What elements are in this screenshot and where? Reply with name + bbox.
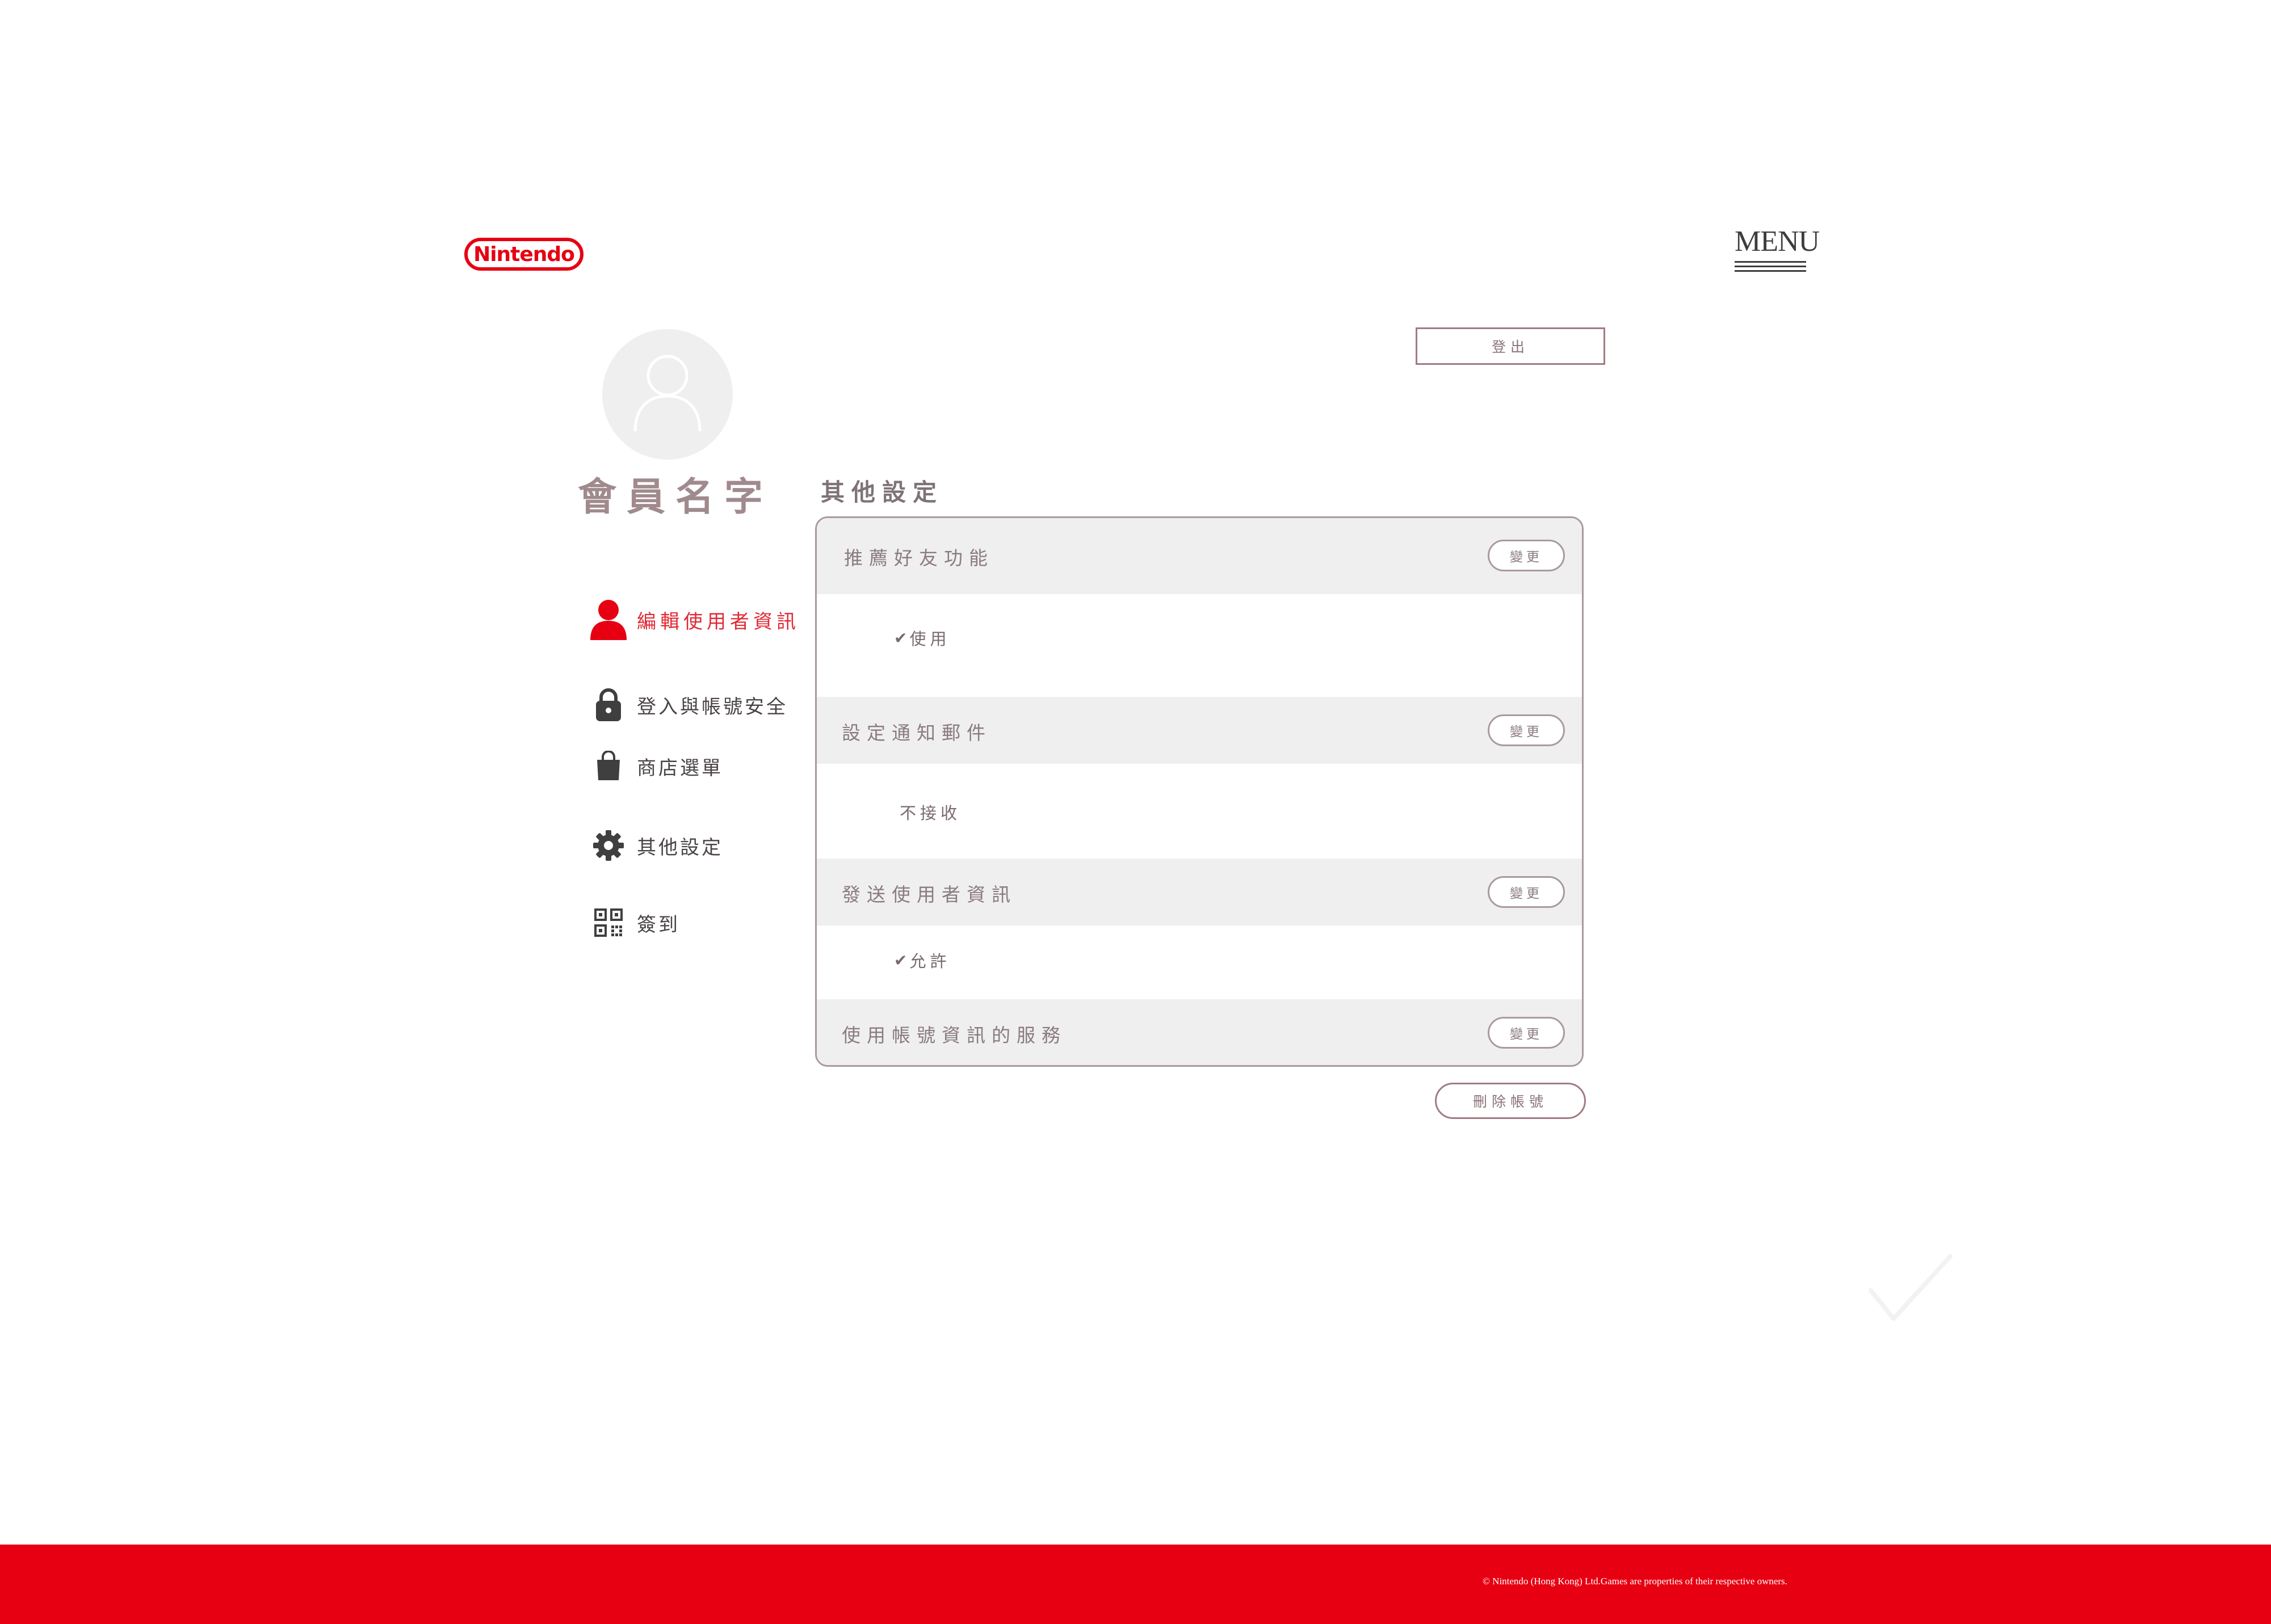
checkmark-icon: ✔ xyxy=(894,628,908,647)
change-button[interactable]: 變更 xyxy=(1488,540,1565,571)
setting-value-text: 允許 xyxy=(909,952,951,971)
change-button[interactable]: 變更 xyxy=(1488,714,1565,746)
setting-title: 使用帳號資訊的服務 xyxy=(842,1024,1067,1046)
menu-label: MENU xyxy=(1735,225,1820,258)
checkmark-watermark-icon xyxy=(1865,1251,1956,1332)
sidebar-item-label: 商店選單 xyxy=(637,756,723,780)
member-name: 會員名字 xyxy=(578,475,774,520)
setting-value: 不接收 xyxy=(900,800,961,824)
sidebar-item-edit-user-info[interactable]: 編輯使用者資訊 xyxy=(586,597,800,642)
copyright-text: © Nintendo (Hong Kong) Ltd.Games are pro… xyxy=(1483,1576,1787,1587)
setting-title: 設定通知郵件 xyxy=(842,722,992,744)
sidebar-item-shop-menu[interactable]: 商店選單 xyxy=(586,743,723,789)
setting-value-text: 使用 xyxy=(909,629,951,649)
setting-row-header: 推薦好友功能 變更 xyxy=(817,518,1582,594)
setting-row-header: 發送使用者資訊 變更 xyxy=(817,859,1582,925)
sidebar-item-other-settings[interactable]: 其他設定 xyxy=(586,823,723,868)
setting-value: ✔ 使用 xyxy=(894,626,950,650)
logout-button[interactable]: 登出 xyxy=(1416,327,1605,365)
user-icon xyxy=(586,597,631,642)
change-button[interactable]: 變更 xyxy=(1488,1017,1565,1049)
delete-account-button[interactable]: 刪除帳號 xyxy=(1435,1083,1586,1119)
avatar[interactable] xyxy=(602,329,733,460)
setting-value: ✔ 允許 xyxy=(894,948,950,972)
gear-icon xyxy=(586,823,631,868)
shopping-bag-icon xyxy=(586,743,631,789)
section-title: 其他設定 xyxy=(821,478,944,506)
sidebar-item-label: 登入與帳號安全 xyxy=(637,695,788,718)
nintendo-logo[interactable]: Nintendo xyxy=(464,238,584,271)
checkmark-icon: ✔ xyxy=(894,950,908,970)
change-button[interactable]: 變更 xyxy=(1488,876,1565,908)
sidebar-item-label: 編輯使用者資訊 xyxy=(637,610,800,633)
qr-code-icon xyxy=(586,900,631,945)
setting-title: 推薦好友功能 xyxy=(844,547,994,569)
setting-value-text: 不接收 xyxy=(900,803,962,823)
settings-panel: 推薦好友功能 變更 ✔ 使用 設定通知郵件 變更 不接收 發送使用者資訊 變更 … xyxy=(815,516,1584,1067)
avatar-placeholder-icon xyxy=(633,355,702,432)
setting-row-header: 使用帳號資訊的服務 變更 xyxy=(817,999,1582,1065)
lock-icon xyxy=(586,682,631,727)
sidebar-item-check-in[interactable]: 簽到 xyxy=(586,900,680,945)
sidebar-item-login-security[interactable]: 登入與帳號安全 xyxy=(586,682,788,727)
sidebar-item-label: 簽到 xyxy=(637,913,680,936)
menu-button[interactable]: MENU xyxy=(1735,225,1820,275)
footer: © Nintendo (Hong Kong) Ltd.Games are pro… xyxy=(0,1545,2271,1624)
menu-lines-icon xyxy=(1735,261,1806,272)
sidebar-item-label: 其他設定 xyxy=(637,836,723,859)
logo-text: Nintendo xyxy=(473,242,575,266)
setting-row-header: 設定通知郵件 變更 xyxy=(817,697,1582,764)
setting-title: 發送使用者資訊 xyxy=(842,883,1017,906)
